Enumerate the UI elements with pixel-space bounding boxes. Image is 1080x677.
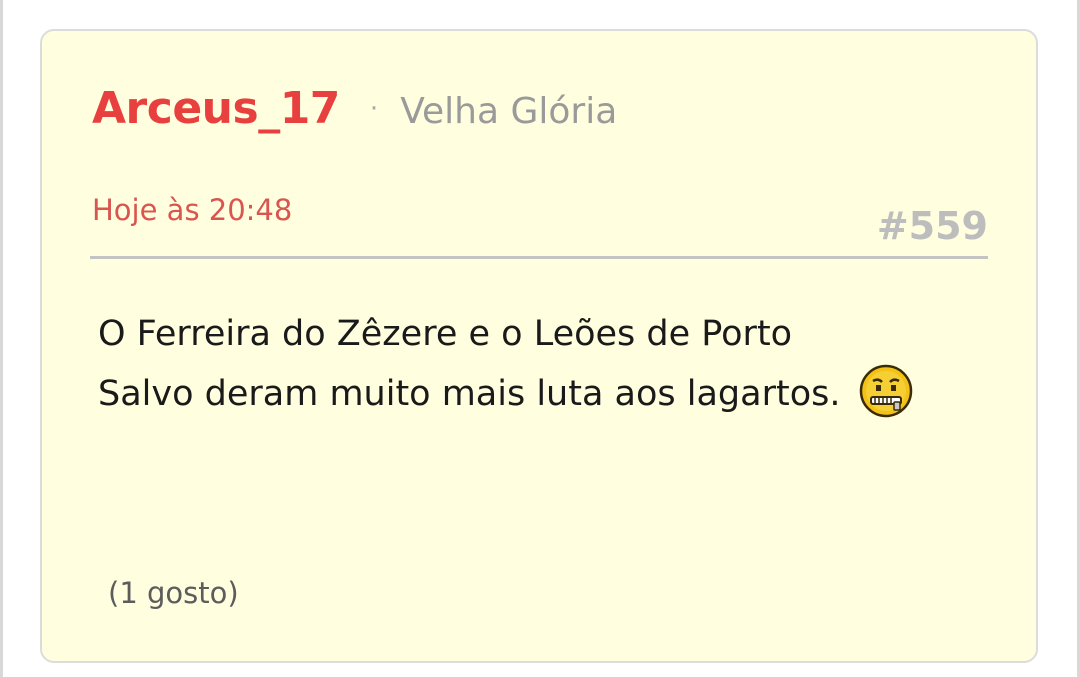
- post-card: Arceus_17 · Velha Glória Hoje às 20:48 #…: [40, 29, 1038, 663]
- post-body-line: O Ferreira do Zêzere e o Leões de Porto: [98, 314, 793, 354]
- page-edge-left: [0, 0, 3, 677]
- user-rank: Velha Glória: [400, 91, 618, 132]
- post-date: Hoje às 20:48: [92, 193, 293, 227]
- zipper-mouth-smiley-icon: [859, 364, 913, 418]
- post-header: Arceus_17 · Velha Glória: [92, 83, 617, 134]
- header-divider: [90, 256, 988, 259]
- post-body-line: Salvo deram muito mais luta aos lagartos…: [98, 374, 841, 414]
- likes-count[interactable]: (1 gosto): [108, 576, 239, 610]
- post-number-link[interactable]: #559: [877, 204, 988, 248]
- post-body: O Ferreira do Zêzere e o Leões de Porto …: [98, 304, 978, 424]
- separator-dot: ·: [369, 94, 379, 124]
- post-body-line-with-emoji: Salvo deram muito mais luta aos lagartos…: [98, 364, 978, 424]
- username-link[interactable]: Arceus_17: [92, 83, 340, 134]
